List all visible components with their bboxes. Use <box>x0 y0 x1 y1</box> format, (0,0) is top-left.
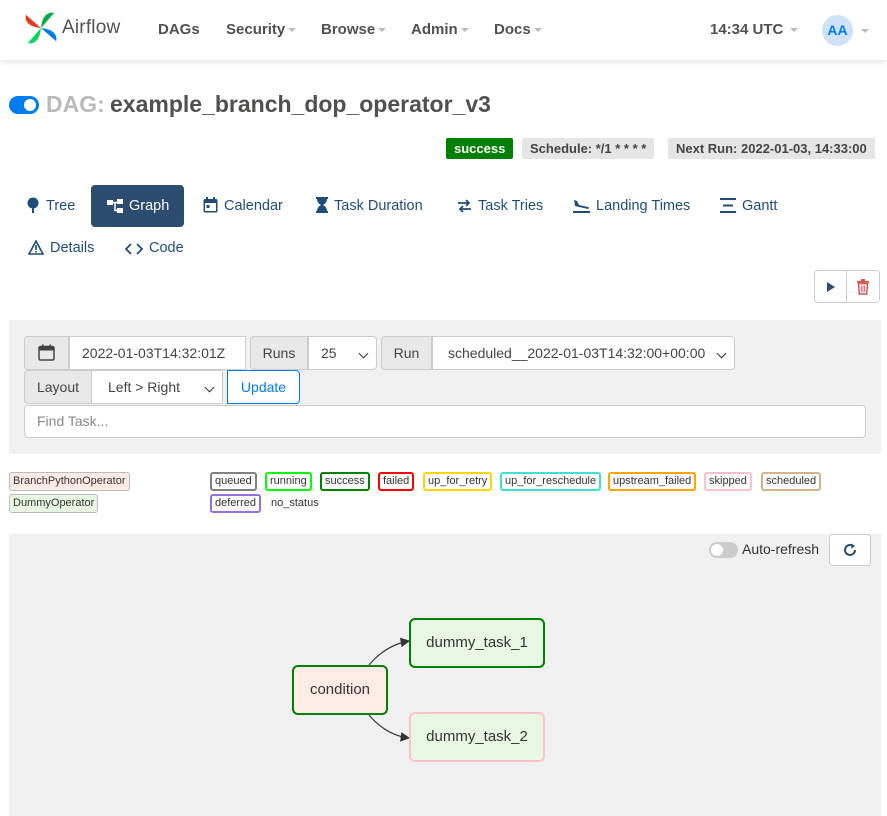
edge-condition-to-dummy-task-1 <box>368 637 411 666</box>
task-node-condition[interactable]: condition <box>292 665 388 715</box>
task-node-dummy-task-1[interactable]: dummy_task_1 <box>409 618 545 668</box>
edge-condition-to-dummy-task-2 <box>368 714 411 742</box>
task-node-dummy-task-2[interactable]: dummy_task_2 <box>409 712 545 762</box>
graph-edges <box>368 637 411 742</box>
